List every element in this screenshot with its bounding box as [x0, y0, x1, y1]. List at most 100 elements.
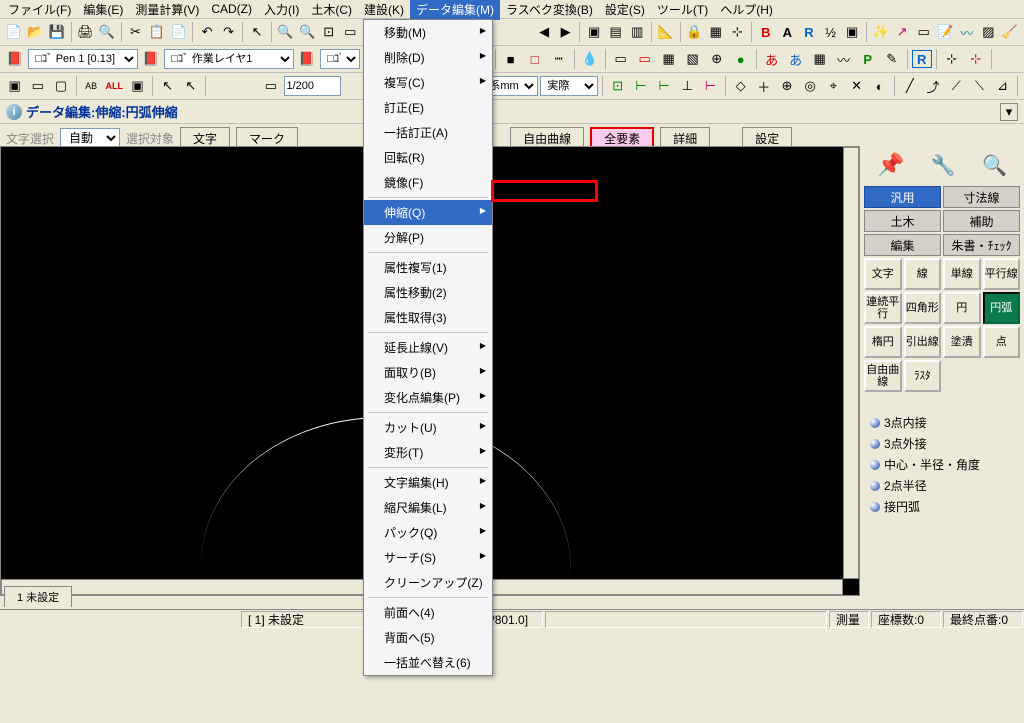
ab-icon[interactable]: AB: [81, 75, 102, 97]
layer-book2-icon[interactable]: 📕: [140, 48, 162, 70]
osnap5-icon[interactable]: ⌖: [823, 75, 844, 97]
prop3-icon[interactable]: ▦: [658, 48, 680, 70]
menu-data-edit[interactable]: データ編集(M): [410, 0, 500, 20]
pointer-icon[interactable]: ↖: [247, 21, 267, 43]
dd-front[interactable]: 前面へ(4): [364, 600, 492, 625]
text-format-icon[interactable]: ½: [821, 21, 841, 43]
tool-text[interactable]: 文字: [864, 258, 902, 290]
menu-help[interactable]: ヘルプ(H): [714, 0, 779, 20]
r-box-icon[interactable]: R: [912, 50, 932, 68]
tool-point[interactable]: 点: [983, 326, 1021, 358]
tool-raster[interactable]: ﾗｽﾀ: [904, 360, 942, 392]
zoom-out-icon[interactable]: 🔍: [297, 21, 317, 43]
rp-tab-civil[interactable]: 土木: [864, 210, 941, 232]
tool-wand-icon[interactable]: ✨: [871, 21, 891, 43]
play-left-icon[interactable]: ◀: [534, 21, 554, 43]
snap-int-icon[interactable]: ⊢: [653, 75, 674, 97]
small-select[interactable]: □ｺﾞ: [320, 49, 360, 69]
undo-icon[interactable]: ↶: [197, 21, 217, 43]
dd-batch[interactable]: 一括訂正(A): [364, 120, 492, 145]
osnap4-icon[interactable]: ◎: [800, 75, 821, 97]
prop2-icon[interactable]: ▭: [634, 48, 656, 70]
snap-icon[interactable]: ⊹: [728, 21, 748, 43]
linetype-icon[interactable]: ┉: [548, 48, 570, 70]
dropper-icon[interactable]: 💧: [579, 48, 601, 70]
color2-icon[interactable]: □: [524, 48, 546, 70]
tool-leader[interactable]: 引出線: [904, 326, 942, 358]
mode2-icon[interactable]: ▭: [27, 75, 48, 97]
paste-icon[interactable]: 📄: [169, 21, 189, 43]
dd-extend[interactable]: 延長止線(V): [364, 335, 492, 360]
vertical-scrollbar[interactable]: [843, 147, 859, 579]
grid-icon[interactable]: ▦: [706, 21, 726, 43]
context-menu-icon[interactable]: ▾: [1000, 103, 1018, 121]
tool-spline[interactable]: 自由曲線: [864, 360, 902, 392]
tool-clear-icon[interactable]: 🧹: [1000, 21, 1020, 43]
menu-survey[interactable]: 測量計算(V): [129, 0, 205, 20]
dd-deform[interactable]: 変形(T): [364, 440, 492, 465]
dd-reorder[interactable]: 一括並べ替え(6): [364, 650, 492, 675]
menu-tools[interactable]: ツール(T): [651, 0, 714, 20]
print-icon[interactable]: 🖨: [76, 21, 96, 43]
rp-tab-edit[interactable]: 編集: [864, 234, 941, 256]
menu-settings[interactable]: 設定(S): [599, 0, 651, 20]
pen-select[interactable]: □ｺﾞ Pen 1 [0.13]: [28, 49, 138, 69]
osnap7-icon[interactable]: ◐: [869, 75, 890, 97]
wave-icon[interactable]: 〰: [833, 48, 855, 70]
text-a-icon[interactable]: A: [778, 21, 798, 43]
arc-opt-2pt-radius[interactable]: 2点半径: [870, 475, 1014, 496]
tool-path-icon[interactable]: 〰: [957, 21, 977, 43]
layer-book-icon[interactable]: 📕: [4, 48, 26, 70]
box-mode-icon[interactable]: ▣: [127, 75, 148, 97]
zoom-fit-icon[interactable]: ⊡: [319, 21, 339, 43]
tool-multi-parallel[interactable]: 連続平行: [864, 292, 902, 324]
tool-single[interactable]: 単線: [943, 258, 981, 290]
snap-perp-icon[interactable]: ⊥: [677, 75, 698, 97]
menu-input[interactable]: 入力(I): [258, 0, 305, 20]
pen-icon[interactable]: ✎: [881, 48, 903, 70]
dd-chamfer[interactable]: 面取り(B): [364, 360, 492, 385]
layer-book3-icon[interactable]: 📕: [296, 48, 318, 70]
p-icon[interactable]: P: [857, 48, 879, 70]
tool-hatch-icon[interactable]: ▨: [979, 21, 999, 43]
draw3-icon[interactable]: ⟋: [946, 75, 967, 97]
prop4-icon[interactable]: ▧: [682, 48, 704, 70]
preview-icon[interactable]: 🔍: [97, 21, 117, 43]
tool-line-icon[interactable]: ↗: [892, 21, 912, 43]
rp-tab-aux[interactable]: 補助: [943, 210, 1020, 232]
snap2-icon[interactable]: ⊹: [965, 48, 987, 70]
zoom-display[interactable]: 1/200: [284, 76, 342, 96]
dd-text-edit[interactable]: 文字編集(H): [364, 470, 492, 495]
dd-attr-move[interactable]: 属性移動(2): [364, 280, 492, 305]
dd-attr-copy[interactable]: 属性複写(1): [364, 255, 492, 280]
all-icon[interactable]: ALL: [104, 75, 125, 97]
text-r-icon[interactable]: R: [799, 21, 819, 43]
mode1-icon[interactable]: ▣: [4, 75, 25, 97]
dd-move[interactable]: 移動(M): [364, 20, 492, 45]
mode-select[interactable]: 実際: [540, 76, 598, 96]
snap-end-icon[interactable]: ⊡: [607, 75, 628, 97]
osnap2-icon[interactable]: ＋: [753, 75, 774, 97]
prop5-icon[interactable]: ⊕: [706, 48, 728, 70]
draw2-icon[interactable]: ⤴: [922, 75, 943, 97]
tool-arc[interactable]: 円弧: [983, 292, 1021, 324]
tool-ellipse[interactable]: 楕円: [864, 326, 902, 358]
tool-rect[interactable]: 四角形: [904, 292, 942, 324]
play-right-icon[interactable]: ▶: [556, 21, 576, 43]
tool-note-icon[interactable]: 📝: [935, 21, 955, 43]
layer-select[interactable]: □ｺﾞ 作業レイヤ1: [164, 49, 294, 69]
dd-search[interactable]: サーチ(S): [364, 545, 492, 570]
arc-opt-3pt-circumscribe[interactable]: 3点外接: [870, 433, 1014, 454]
zoom-window-icon[interactable]: ▭: [340, 21, 360, 43]
menu-edit[interactable]: 編集(E): [77, 0, 129, 20]
osnap6-icon[interactable]: ✕: [846, 75, 867, 97]
menu-construction[interactable]: 建設(K): [358, 0, 410, 20]
dd-attr-get[interactable]: 属性取得(3): [364, 305, 492, 330]
tool-box-icon[interactable]: ▭: [914, 21, 934, 43]
menu-file[interactable]: ファイル(F): [2, 0, 77, 20]
redo-icon[interactable]: ↷: [219, 21, 239, 43]
text-blue-icon[interactable]: あ: [785, 48, 807, 70]
sheet-tab-1[interactable]: 1 未設定: [4, 586, 72, 607]
dd-explode[interactable]: 分解(P): [364, 225, 492, 250]
prop6-icon[interactable]: ●: [730, 48, 752, 70]
